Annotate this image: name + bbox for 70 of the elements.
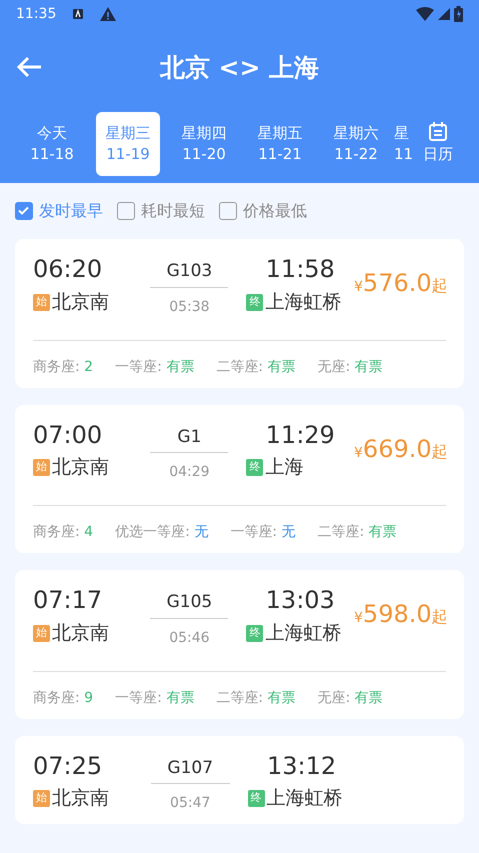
start-tag: 始 — [33, 459, 50, 476]
seat-availability: 商务座: 4 — [33, 523, 94, 542]
seat-availability: 一等座: 有票 — [115, 358, 194, 376]
date-tab[interactable]: 星 11 — [394, 112, 420, 176]
departure-time: 07:00 — [33, 420, 104, 450]
arrival-station: 上海虹桥 — [266, 786, 343, 812]
arrival-station: 上海 — [265, 455, 304, 480]
duration: 05:47 — [169, 794, 212, 813]
battery-icon — [454, 6, 463, 22]
seat-availability: 二等座: 有票 — [317, 523, 397, 542]
checkbox[interactable] — [219, 202, 237, 220]
warning-icon — [100, 7, 116, 21]
sort-option[interactable]: 价格最低 — [219, 199, 307, 223]
seat-availability: 无座: 有票 — [317, 358, 383, 376]
train-number: G105 — [166, 591, 214, 614]
date-tab[interactable]: 今天 11-18 — [14, 112, 90, 176]
checkbox[interactable] — [117, 202, 135, 220]
sort-option[interactable]: 耗时最短 — [117, 199, 205, 223]
train-number: G1 — [176, 426, 202, 448]
checkbox[interactable] — [15, 202, 33, 220]
train-card[interactable]: 07:25 始 北京南 G107 05:47 13:12 终 上海虹桥 — [15, 736, 464, 824]
seat-availability: 一等座: 无 — [230, 523, 296, 542]
seat-availability: 商务座: 2 — [33, 358, 94, 376]
arrival-station: 上海虹桥 — [265, 290, 342, 315]
arrival-time: 13:03 — [264, 586, 336, 615]
arrival-time: 11:58 — [264, 255, 336, 284]
departure-time: 07:17 — [33, 586, 104, 615]
seat-availability: 二等座: 有票 — [216, 688, 296, 708]
seat-availability: 优选一等座: 无 — [115, 523, 208, 542]
departure-station: 北京南 — [52, 290, 109, 315]
arrival-time: 13:12 — [266, 752, 338, 780]
start-tag: 始 — [33, 294, 50, 311]
train-card[interactable]: 06:20 始 北京南 G103 05:38 11:58 终 上海虹桥 ¥576.0起 商务座: 2 一等座: 有票 二等座: 有票 无座: 有票 — [15, 239, 464, 388]
price: ¥669.0起 — [354, 442, 448, 460]
arrival-station: 上海虹桥 — [265, 620, 342, 646]
seat-availability: 二等座: 有票 — [216, 358, 296, 376]
wifi-icon — [416, 7, 434, 21]
end-tag: 终 — [246, 624, 264, 642]
train-card[interactable]: 07:17 始 北京南 G105 05:46 13:03 终 上海虹桥 ¥598.0起 商务座: 9 一等座: 有票 二等座: 有票 无座: 有票 — [15, 570, 464, 718]
notification-icon — [72, 8, 84, 20]
duration: 05:38 — [168, 298, 211, 316]
end-tag: 终 — [248, 790, 265, 808]
departure-station: 北京南 — [52, 455, 109, 480]
departure-station: 北京南 — [52, 786, 109, 812]
seat-availability: 商务座: 9 — [33, 688, 94, 708]
start-tag: 始 — [33, 624, 50, 642]
train-card[interactable]: 07:00 始 北京南 G1 04:29 11:29 终 上海 ¥669.0起 商务座: 4 优选一等座: 无 一等座: 无 二等座: 有票 — [15, 404, 464, 553]
start-tag: 始 — [33, 790, 50, 808]
signal-icon — [438, 8, 450, 20]
date-tab[interactable]: 星期三 11-19 — [96, 112, 160, 176]
date-tab[interactable]: 星期四 11-20 — [166, 112, 242, 176]
train-number: G103 — [166, 260, 214, 283]
train-number: G107 — [166, 756, 214, 780]
seat-availability: 一等座: 有票 — [115, 688, 194, 708]
page-title: 北京 <> 上海 — [160, 52, 320, 84]
departure-time: 06:20 — [33, 255, 104, 284]
arrival-time: 11:29 — [264, 420, 336, 450]
status-time: 11:35 — [16, 4, 56, 24]
date-tab[interactable]: 星期五 11-21 — [242, 112, 318, 176]
sort-option[interactable]: 发时最早 — [15, 199, 103, 223]
departure-time: 07:25 — [33, 752, 104, 780]
end-tag: 终 — [246, 294, 264, 311]
calendar-button[interactable]: 日历 — [420, 122, 456, 165]
duration: 05:46 — [168, 628, 211, 648]
date-tab[interactable]: 星期六 11-22 — [318, 112, 394, 176]
end-tag: 终 — [246, 459, 264, 476]
departure-station: 北京南 — [52, 620, 109, 646]
seat-availability: 无座: 有票 — [317, 688, 383, 708]
duration: 04:29 — [168, 463, 211, 482]
calendar-icon — [429, 122, 447, 142]
